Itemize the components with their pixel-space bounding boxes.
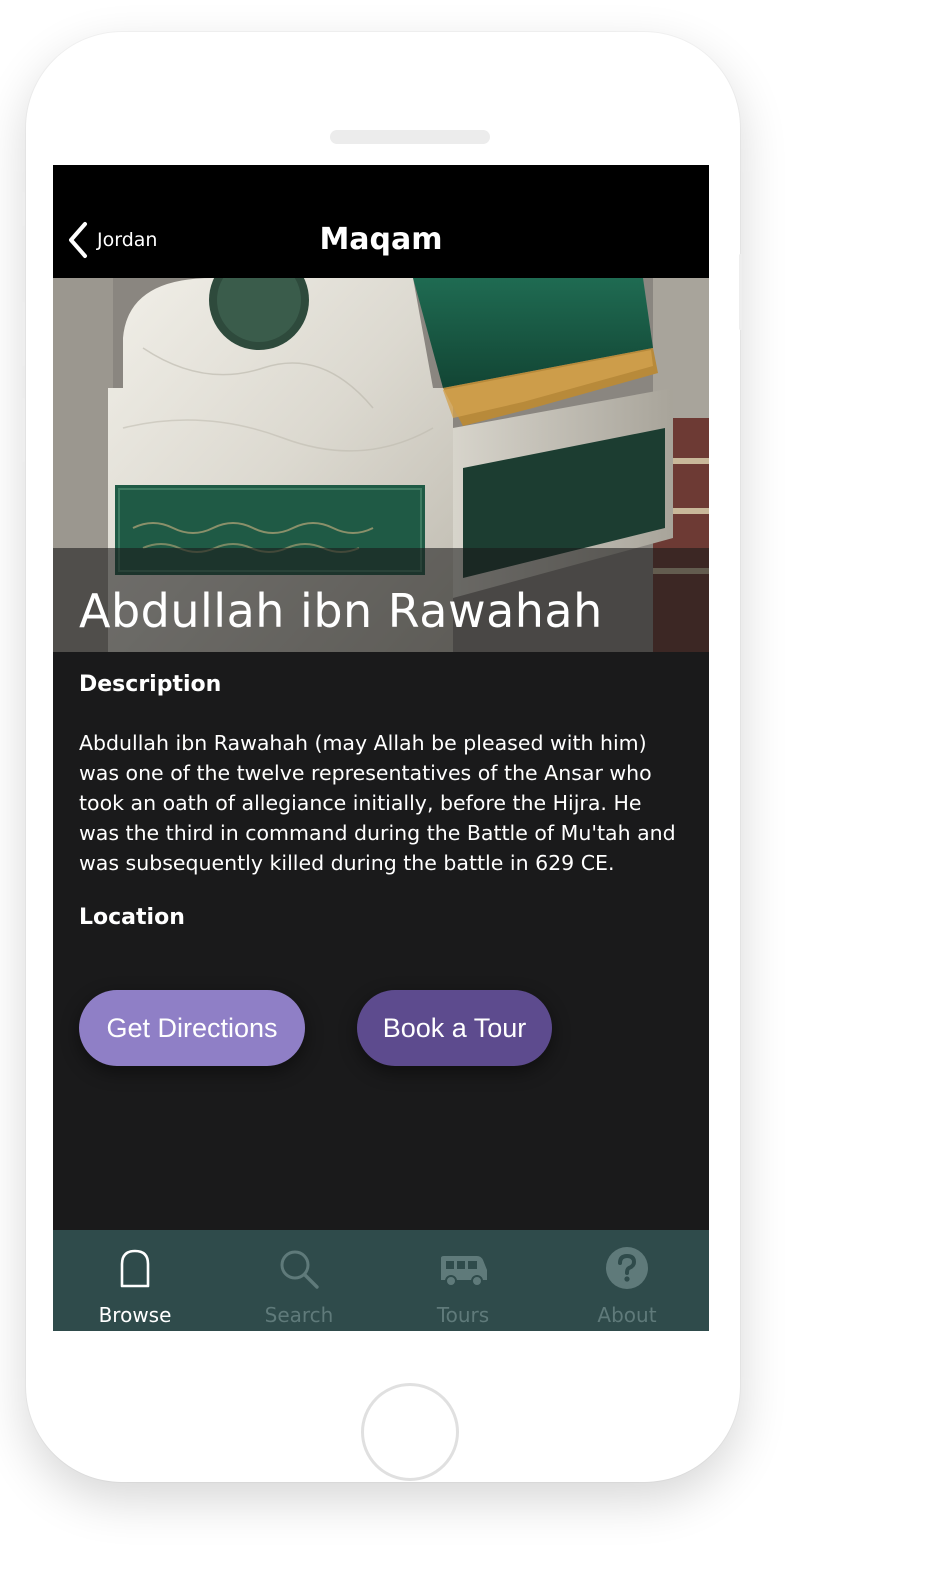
tab-bar: Browse Search Tours About (53, 1230, 709, 1331)
tab-search[interactable]: Search (217, 1230, 381, 1331)
van-icon (441, 1256, 487, 1287)
tab-search-label: Search (264, 1303, 334, 1327)
volume-down-button (22, 398, 25, 462)
site-name: Abdullah ibn Rawahah (79, 584, 603, 638)
home-button[interactable] (361, 1383, 459, 1481)
get-directions-button[interactable]: Get Directions (79, 990, 305, 1066)
tab-about-label: About (597, 1303, 657, 1327)
hero-image: Abdullah ibn Rawahah (53, 278, 709, 652)
tab-tours-label: Tours (436, 1303, 490, 1327)
earpiece-speaker (330, 130, 490, 144)
app-screen: Jordan Maqam Abdullah ibn Rawahah Descri… (53, 165, 709, 1331)
page-title: Maqam (319, 222, 443, 257)
tab-browse[interactable]: Browse (53, 1230, 217, 1331)
power-button (739, 254, 742, 330)
detail-content: Description Abdullah ibn Rawahah (may Al… (79, 652, 684, 1066)
search-icon (280, 1250, 319, 1289)
description-text: Abdullah ibn Rawahah (may Allah be pleas… (79, 731, 676, 875)
tab-browse-label: Browse (98, 1303, 172, 1327)
mute-switch (22, 192, 25, 226)
tab-tours[interactable]: Tours (381, 1230, 545, 1331)
description-heading: Description (79, 672, 222, 697)
location-heading: Location (79, 905, 185, 930)
volume-up-button (22, 302, 25, 366)
tab-about[interactable]: About (545, 1230, 709, 1331)
question-icon (606, 1247, 648, 1289)
arch-icon (120, 1249, 150, 1288)
navigation-bar: Jordan Maqam (53, 165, 709, 278)
book-tour-button[interactable]: Book a Tour (357, 990, 552, 1066)
hero-caption-overlay: Abdullah ibn Rawahah (53, 548, 709, 652)
